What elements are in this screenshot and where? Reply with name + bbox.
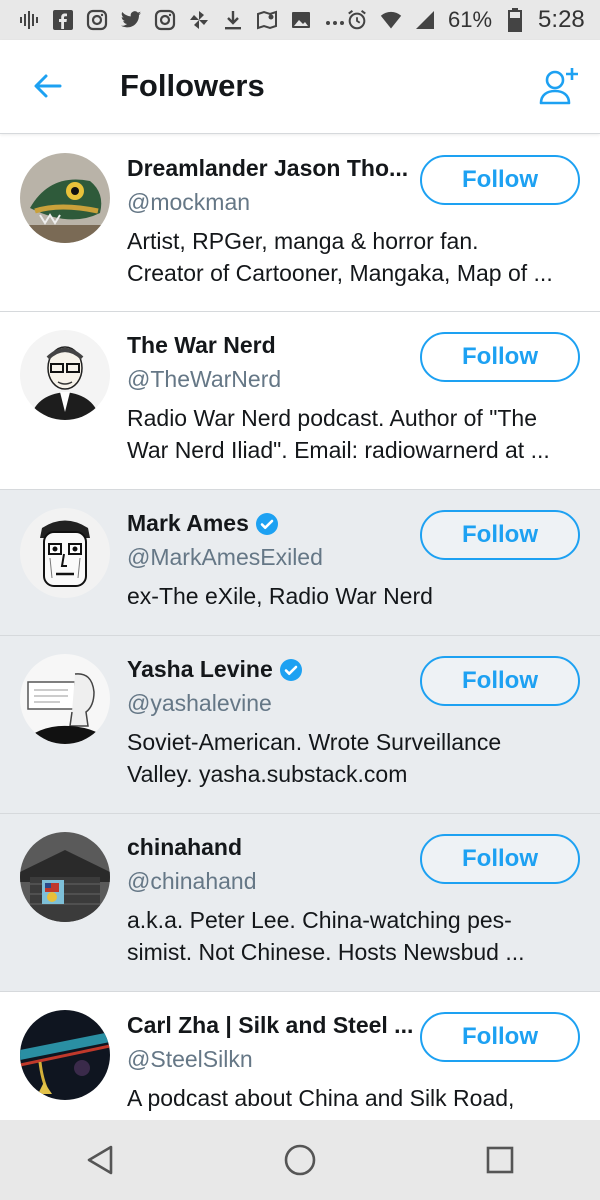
- sketch-profile-avatar[interactable]: [20, 654, 110, 744]
- follower-name[interactable]: Carl Zha | Silk and Steel ...: [127, 1012, 413, 1039]
- follower-bio: ex-The eXile, Radio War Nerd: [127, 580, 577, 612]
- follower-bio: a.k.a. Peter Lee. China-watching pes- si…: [127, 904, 577, 968]
- battery-icon: [504, 8, 526, 32]
- follower-handle[interactable]: @SteelSilkn: [127, 1046, 253, 1073]
- follower-bio: A podcast about China and Silk Road,: [127, 1082, 577, 1114]
- follow-button[interactable]: Follow: [420, 155, 580, 205]
- bio-line: Valley. yasha.substack.com: [127, 761, 408, 787]
- wifi-icon: [380, 9, 402, 31]
- signal-icon: [414, 9, 436, 31]
- nav-home-button[interactable]: [270, 1130, 330, 1190]
- follower-row[interactable]: Yasha Levine @yashalevine Soviet-America…: [0, 636, 600, 814]
- follower-row[interactable]: Mark Ames @MarkAmesExiled ex-The eXile, …: [0, 490, 600, 636]
- bio-line: a.k.a. Peter Lee. China-watching pes-: [127, 907, 512, 933]
- follower-list: Dreamlander Jason Tho... @mockman Artist…: [0, 135, 600, 1120]
- pinwheel-icon: [188, 9, 210, 31]
- follow-button[interactable]: Follow: [420, 510, 580, 560]
- follower-name[interactable]: Dreamlander Jason Tho...: [127, 155, 408, 182]
- instagram-icon-2: [154, 9, 176, 31]
- square-recents-icon: [486, 1146, 514, 1174]
- follower-name[interactable]: Mark Ames: [127, 510, 249, 537]
- app-header: Followers: [0, 40, 600, 134]
- name-line: Dreamlander Jason Tho...: [127, 155, 417, 182]
- name-line: Mark Ames: [127, 510, 417, 537]
- follower-row[interactable]: The War Nerd @TheWarNerd Radio War Nerd …: [0, 312, 600, 490]
- facebook-icon: [52, 9, 74, 31]
- add-user-button[interactable]: [536, 64, 582, 110]
- glasses-man-sketch-avatar[interactable]: [20, 330, 110, 420]
- circle-home-icon: [284, 1144, 316, 1176]
- follower-handle[interactable]: @yashalevine: [127, 690, 272, 717]
- follower-name[interactable]: Yasha Levine: [127, 656, 273, 683]
- follower-handle[interactable]: @mockman: [127, 189, 250, 216]
- creature-avatar[interactable]: [20, 153, 110, 243]
- more-icon: [324, 9, 346, 31]
- follow-button[interactable]: Follow: [420, 656, 580, 706]
- download-icon: [222, 9, 244, 31]
- follower-bio: Artist, RPGer, manga & horror fan. Creat…: [127, 225, 577, 289]
- follower-handle[interactable]: @chinahand: [127, 868, 257, 895]
- system-nav-bar: [0, 1120, 600, 1200]
- verified-badge-icon: [255, 512, 278, 535]
- instagram-icon: [86, 9, 108, 31]
- image-icon: [290, 9, 312, 31]
- nav-recents-button[interactable]: [470, 1130, 530, 1190]
- follower-row[interactable]: chinahand @chinahand a.k.a. Peter Lee. C…: [0, 814, 600, 992]
- name-line: Carl Zha | Silk and Steel ...: [127, 1012, 417, 1039]
- page-title: Followers: [120, 68, 265, 103]
- verified-badge-icon: [279, 658, 302, 681]
- twitter-icon: [120, 9, 142, 31]
- follow-button[interactable]: Follow: [420, 834, 580, 884]
- shack-flag-avatar[interactable]: [20, 832, 110, 922]
- follower-row[interactable]: Dreamlander Jason Tho... @mockman Artist…: [0, 135, 600, 312]
- battery-percent: 61%: [448, 7, 493, 32]
- follower-handle[interactable]: @TheWarNerd: [127, 366, 281, 393]
- add-user-icon: [539, 68, 578, 105]
- bio-line: Artist, RPGer, manga & horror fan.: [127, 228, 479, 254]
- triangle-back-icon: [87, 1145, 113, 1175]
- follower-bio: Soviet-American. Wrote Surveillance Vall…: [127, 726, 577, 790]
- bio-line: War Nerd Iliad". Email: radiowarnerd at …: [127, 437, 550, 463]
- tassel-avatar[interactable]: [20, 1010, 110, 1100]
- follow-button[interactable]: Follow: [420, 1012, 580, 1062]
- bio-line: ex-The eXile, Radio War Nerd: [127, 583, 433, 609]
- status-bar: 61% 5:28: [0, 0, 600, 40]
- follower-bio: Radio War Nerd podcast. Author of "The W…: [127, 402, 577, 466]
- bio-line: simist. Not Chinese. Hosts Newsbud ...: [127, 939, 525, 965]
- back-button[interactable]: [30, 68, 66, 104]
- follower-handle[interactable]: @MarkAmesExiled: [127, 544, 323, 571]
- bio-line: Soviet-American. Wrote Surveillance: [127, 729, 502, 755]
- name-line: Yasha Levine: [127, 656, 417, 683]
- follower-row[interactable]: Carl Zha | Silk and Steel ... @SteelSilk…: [0, 992, 600, 1120]
- follower-name[interactable]: The War Nerd: [127, 332, 276, 359]
- bio-line: Creator of Cartooner, Mangaka, Map of ..…: [127, 260, 553, 286]
- follower-name[interactable]: chinahand: [127, 834, 242, 861]
- back-arrow-icon: [34, 74, 62, 98]
- name-line: chinahand: [127, 834, 417, 861]
- nav-back-button[interactable]: [70, 1130, 130, 1190]
- follow-button[interactable]: Follow: [420, 332, 580, 382]
- notification-icons: [18, 9, 346, 31]
- clock: 5:28: [538, 6, 585, 33]
- voicemail-icon: [18, 9, 40, 31]
- bio-line: A podcast about China and Silk Road,: [127, 1085, 515, 1111]
- system-indicators: 61% 5:28: [346, 6, 585, 34]
- map-icon: [256, 9, 278, 31]
- cartoon-face-avatar[interactable]: [20, 508, 110, 598]
- name-line: The War Nerd: [127, 332, 417, 359]
- bio-line: Radio War Nerd podcast. Author of "The: [127, 405, 538, 431]
- alarm-icon: [346, 9, 368, 31]
